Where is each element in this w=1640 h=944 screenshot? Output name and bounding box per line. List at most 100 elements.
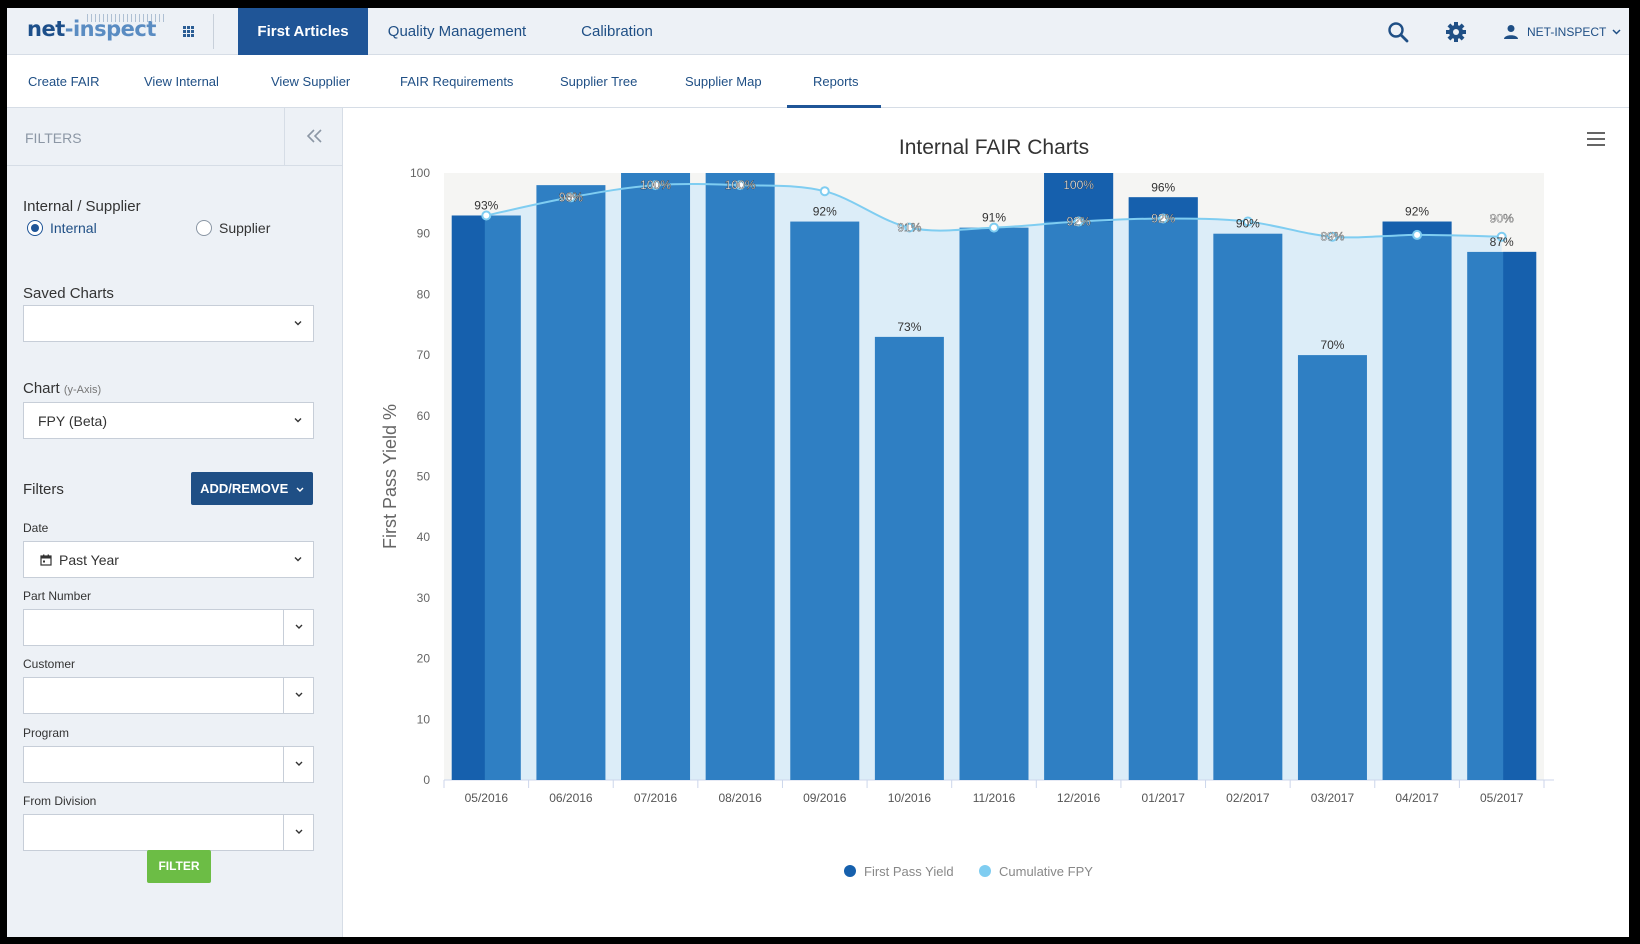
radio-selected-icon — [27, 220, 43, 236]
x-tick-label: 10/2016 — [888, 791, 932, 805]
cumulative-fpy-point — [989, 222, 999, 233]
user-menu[interactable]: NET-INSPECT — [1503, 21, 1621, 43]
user-icon — [1504, 25, 1518, 39]
cumulative-fpy-point — [1412, 229, 1423, 240]
bar-data-label: 70% — [1320, 338, 1344, 352]
part-number-label: Part Number — [23, 589, 92, 603]
net-inspect-logo[interactable]: net-inspect — [27, 14, 165, 47]
from-division-label: From Division — [23, 794, 97, 808]
y-axis-label: First Pass Yield % — [380, 404, 400, 549]
chevron-down-icon — [1612, 29, 1621, 35]
user-name: NET-INSPECT — [1527, 25, 1607, 39]
y-tick-label: 80 — [417, 287, 431, 301]
x-tick-label: 08/2016 — [718, 791, 762, 805]
y-tick-label: 100 — [410, 166, 430, 180]
x-tick-label: 06/2016 — [549, 791, 593, 805]
x-tick-label: 09/2016 — [803, 791, 847, 805]
subtab-supplier-map[interactable]: Supplier Map — [685, 55, 762, 108]
x-tick-label: 03/2017 — [1311, 791, 1355, 805]
tab-quality-management[interactable]: Quality Management — [375, 8, 539, 55]
bar-data-label: 100% — [1063, 178, 1094, 192]
radio-unselected-icon — [196, 220, 212, 236]
apps-grid-icon[interactable] — [183, 26, 195, 38]
bar-11/2016 — [959, 227, 1029, 780]
search-icon[interactable] — [1387, 21, 1409, 43]
collapse-sidebar-icon[interactable] — [303, 124, 327, 148]
bar-08/2016 — [705, 173, 775, 780]
filters-sidebar: FILTERS Internal / Supplier Internal Sup… — [7, 108, 343, 937]
add-remove-button[interactable]: ADD/REMOVE — [191, 472, 313, 505]
bar-06/2016 — [536, 185, 606, 780]
nav-divider — [213, 14, 214, 49]
bar-data-label: 91% — [982, 211, 1006, 225]
x-tick-label: 12/2016 — [1057, 791, 1101, 805]
tab-first-articles[interactable]: First Articles — [238, 8, 368, 55]
line-data-label: 100% — [640, 178, 671, 192]
bar-09/2016 — [790, 221, 860, 780]
cumulative-fpy-point — [819, 186, 830, 197]
saved-charts-select[interactable] — [23, 305, 314, 342]
chart-title: Internal FAIR Charts — [899, 136, 1089, 159]
part-number-input[interactable] — [23, 609, 314, 646]
x-tick-label: 01/2017 — [1142, 791, 1186, 805]
internal-supplier-label: Internal / Supplier — [23, 198, 141, 215]
program-dropdown-button[interactable] — [283, 747, 313, 782]
radio-supplier-label: Supplier — [219, 220, 271, 236]
x-tick-label: 04/2017 — [1395, 791, 1439, 805]
fpy-chart: Internal FAIR Charts 0 10 20 30 40 50 60 70 80 90 1… — [380, 136, 1554, 879]
radio-supplier[interactable]: Supplier — [196, 220, 270, 236]
chevron-down-icon — [294, 557, 302, 562]
radio-internal[interactable]: Internal — [27, 220, 97, 236]
customer-label: Customer — [23, 657, 76, 671]
bar-04/2017 — [1382, 221, 1452, 780]
legend-cumulative-fpy-icon — [979, 865, 991, 877]
bar-data-label: 73% — [897, 320, 921, 334]
chevron-down-icon — [295, 624, 303, 629]
legend-first-pass-yield: First Pass Yield — [864, 864, 954, 879]
chart-label: Chart (y-Axis) — [23, 380, 102, 397]
y-tick-label: 60 — [417, 409, 431, 423]
date-select[interactable]: Past Year — [23, 541, 314, 578]
bar-07/2016 — [621, 173, 691, 780]
filters-title: FILTERS — [25, 130, 82, 146]
subtab-view-supplier[interactable]: View Supplier — [271, 55, 350, 108]
chevron-down-icon — [294, 321, 302, 326]
bar-data-label: 93% — [474, 198, 498, 212]
subtab-fair-requirements[interactable]: FAIR Requirements — [400, 55, 513, 108]
y-tick-label: 20 — [417, 652, 431, 666]
chart-y-axis-select[interactable]: FPY (Beta) — [23, 402, 314, 439]
calendar-icon — [40, 554, 52, 566]
gear-icon[interactable] — [1445, 21, 1467, 43]
subtab-create-fair[interactable]: Create FAIR — [28, 55, 100, 108]
chevron-down-icon — [294, 418, 302, 423]
cumulative-fpy-point — [481, 210, 492, 221]
bar-data-label: 90% — [1236, 217, 1260, 231]
subtab-view-internal[interactable]: View Internal — [144, 55, 219, 108]
bar-data-label: 87% — [1490, 235, 1514, 249]
chevron-down-icon — [295, 829, 303, 834]
chevron-down-icon — [296, 487, 304, 492]
date-value: Past Year — [59, 552, 119, 568]
line-data-label: 89% — [1320, 230, 1344, 244]
bar-data-label: 92% — [1405, 205, 1429, 219]
subtab-reports[interactable]: Reports — [813, 55, 859, 108]
from-division-input[interactable] — [23, 814, 314, 851]
program-label: Program — [23, 726, 70, 740]
program-input[interactable] — [23, 746, 314, 783]
filter-button[interactable]: FILTER — [147, 850, 211, 883]
y-tick-label: 70 — [417, 348, 431, 362]
part-number-dropdown-button[interactable] — [283, 610, 313, 645]
date-label: Date — [23, 521, 49, 535]
x-tick-label: 05/2016 — [465, 791, 509, 805]
from-division-dropdown-button[interactable] — [283, 815, 313, 850]
bar-10/2016 — [874, 336, 944, 780]
top-navigation: net-inspect First Articles Quality Manag… — [7, 8, 1629, 55]
y-tick-label: 50 — [417, 470, 431, 484]
customer-dropdown-button[interactable] — [283, 678, 313, 713]
customer-input[interactable] — [23, 677, 314, 714]
y-tick-label: 0 — [423, 773, 430, 787]
line-data-label: 92% — [1151, 212, 1175, 226]
subtab-supplier-tree[interactable]: Supplier Tree — [560, 55, 637, 108]
tab-calibration[interactable]: Calibration — [567, 8, 667, 55]
bar-03/2017 — [1297, 355, 1367, 780]
